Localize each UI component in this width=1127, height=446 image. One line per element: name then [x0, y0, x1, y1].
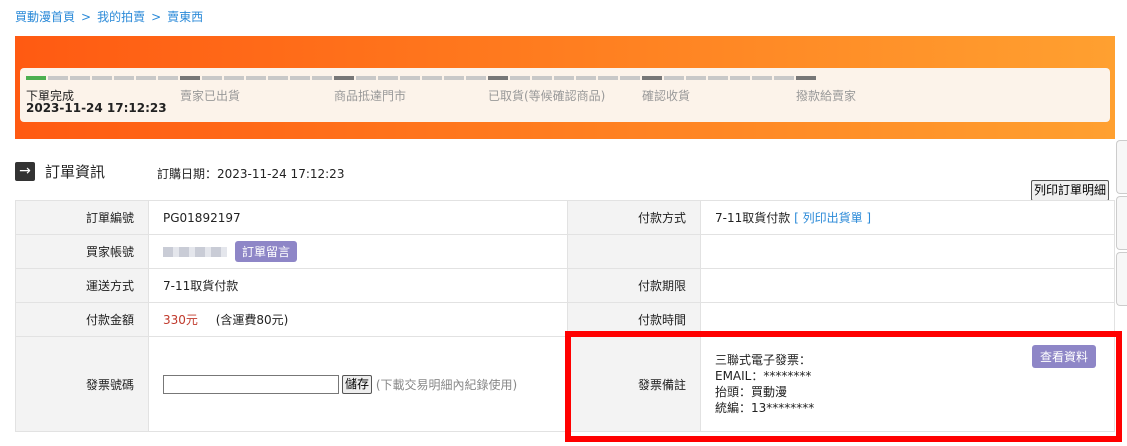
breadcrumb: 買動漫首頁 > 我的拍賣 > 賣東西	[15, 8, 203, 25]
progress-segment	[730, 76, 750, 80]
invoice-no-input[interactable]	[163, 374, 339, 394]
progress-segment	[334, 76, 354, 80]
progress-step-picked-up: 已取貨(等候確認商品)	[488, 89, 606, 103]
table-row: 運送方式 7-11取貨付款 付款期限	[15, 268, 1115, 303]
payment-time	[700, 302, 1115, 337]
progress-segment	[598, 76, 618, 80]
payment-method-label: 付款方式	[567, 200, 701, 235]
table-row: 付款金額 330元 (含運費80元) 付款時間	[15, 302, 1115, 337]
invoice-memo-label: 發票備註	[567, 336, 701, 432]
buyer-cell: 訂單留言	[148, 234, 568, 269]
progress-segment	[774, 76, 794, 80]
order-progress: 下單完成 賣家已出貨 商品抵達門市 已取貨(等候確認商品) 確認收貨 撥款給賣家…	[20, 68, 1110, 122]
progress-segment	[532, 76, 552, 80]
progress-step-arrived: 商品抵達門市	[334, 89, 407, 103]
breadcrumb-separator: >	[151, 10, 162, 24]
progress-segment	[554, 76, 574, 80]
order-no: PG01892197	[148, 200, 568, 235]
progress-step-shipped: 賣家已出貨	[180, 89, 241, 103]
side-tab-top[interactable]	[1116, 140, 1127, 194]
order-no-label: 訂單編號	[15, 200, 149, 235]
amount-cell: 330元 (含運費80元)	[148, 302, 568, 337]
progress-segment	[400, 76, 420, 80]
progress-segment	[290, 76, 310, 80]
order-message-button[interactable]: 訂單留言	[235, 241, 298, 262]
progress-segment	[268, 76, 288, 80]
progress-segment	[664, 76, 684, 80]
breadcrumb-my-auction[interactable]: 我的拍賣	[97, 10, 145, 24]
payment-deadline	[700, 268, 1115, 303]
arrow-right-icon: →	[15, 162, 35, 181]
table-row: 訂單編號 PG01892197 付款方式 7-11取貨付款 [ 列印出貨單 ]	[15, 200, 1115, 235]
print-order-button[interactable]: 列印訂單明細	[1031, 180, 1110, 201]
invoice-no-cell: 儲存 (下載交易明細內紀錄使用)	[148, 336, 568, 432]
invoice-memo-line: EMAIL：********	[715, 369, 812, 383]
progress-segment	[158, 76, 178, 80]
progress-segment	[92, 76, 112, 80]
progress-segment	[114, 76, 134, 80]
view-details-button[interactable]: 查看資料	[1032, 345, 1097, 368]
progress-segment	[224, 76, 244, 80]
progress-step-paid-out: 撥款給賣家	[796, 89, 857, 103]
progress-segment	[752, 76, 772, 80]
empty-label	[567, 234, 701, 269]
progress-segment	[444, 76, 464, 80]
progress-segment	[488, 76, 508, 80]
progress-segment	[202, 76, 222, 80]
section-title: 訂單資訊	[45, 163, 106, 181]
payment-deadline-label: 付款期限	[567, 268, 701, 303]
breadcrumb-separator: >	[81, 10, 92, 24]
progress-segment	[576, 76, 596, 80]
invoice-memo-line: 抬頭：買動漫	[715, 385, 788, 399]
progress-segment	[422, 76, 442, 80]
progress-segment	[796, 76, 816, 80]
table-row: 買家帳號 訂單留言	[15, 234, 1115, 269]
progress-segment	[378, 76, 398, 80]
side-tab-middle[interactable]	[1116, 196, 1127, 250]
progress-segment	[48, 76, 68, 80]
buyer-label: 買家帳號	[15, 234, 149, 269]
progress-segment	[510, 76, 530, 80]
progress-segment	[180, 76, 200, 80]
order-info-table: 訂單編號 PG01892197 付款方式 7-11取貨付款 [ 列印出貨單 ] …	[15, 200, 1115, 432]
payment-time-label: 付款時間	[567, 302, 701, 337]
progress-segment	[136, 76, 156, 80]
amount-label: 付款金額	[15, 302, 149, 337]
buyer-account-masked	[163, 246, 227, 257]
payment-method: 7-11取貨付款	[715, 211, 791, 225]
progress-segment	[312, 76, 332, 80]
payment-method-cell: 7-11取貨付款 [ 列印出貨單 ]	[700, 200, 1115, 235]
progress-segment	[466, 76, 486, 80]
progress-segment	[26, 76, 46, 80]
breadcrumb-home[interactable]: 買動漫首頁	[15, 10, 75, 24]
amount-note: (含運費80元)	[215, 313, 289, 327]
progress-step-confirmed: 確認收貨	[642, 89, 691, 103]
empty-value	[700, 234, 1115, 269]
invoice-no-label: 發票號碼	[15, 336, 149, 432]
save-invoice-button[interactable]: 儲存	[342, 374, 373, 394]
progress-completed-date: 2023-11-24 17:12:23	[26, 101, 167, 115]
progress-segment	[70, 76, 90, 80]
invoice-hint: (下載交易明細內紀錄使用)	[375, 377, 518, 392]
breadcrumb-sell[interactable]: 賣東西	[167, 10, 203, 24]
shipping-method: 7-11取貨付款	[148, 268, 568, 303]
progress-segment	[686, 76, 706, 80]
progress-segment	[708, 76, 728, 80]
shipping-label: 運送方式	[15, 268, 149, 303]
print-shipping-link[interactable]: [ 列印出貨單 ]	[794, 211, 871, 225]
progress-segment	[246, 76, 266, 80]
progress-segment	[642, 76, 662, 80]
side-tab-bottom[interactable]	[1116, 252, 1127, 306]
order-date: 訂購日期：2023-11-24 17:12:23	[157, 167, 345, 181]
table-row: 發票號碼 儲存 (下載交易明細內紀錄使用) 發票備註 三聯式電子發票： EMAI…	[15, 336, 1115, 432]
amount: 330元	[163, 313, 198, 327]
progress-segment	[356, 76, 376, 80]
progress-segment	[620, 76, 640, 80]
invoice-memo-line: 統編：13********	[715, 401, 815, 415]
